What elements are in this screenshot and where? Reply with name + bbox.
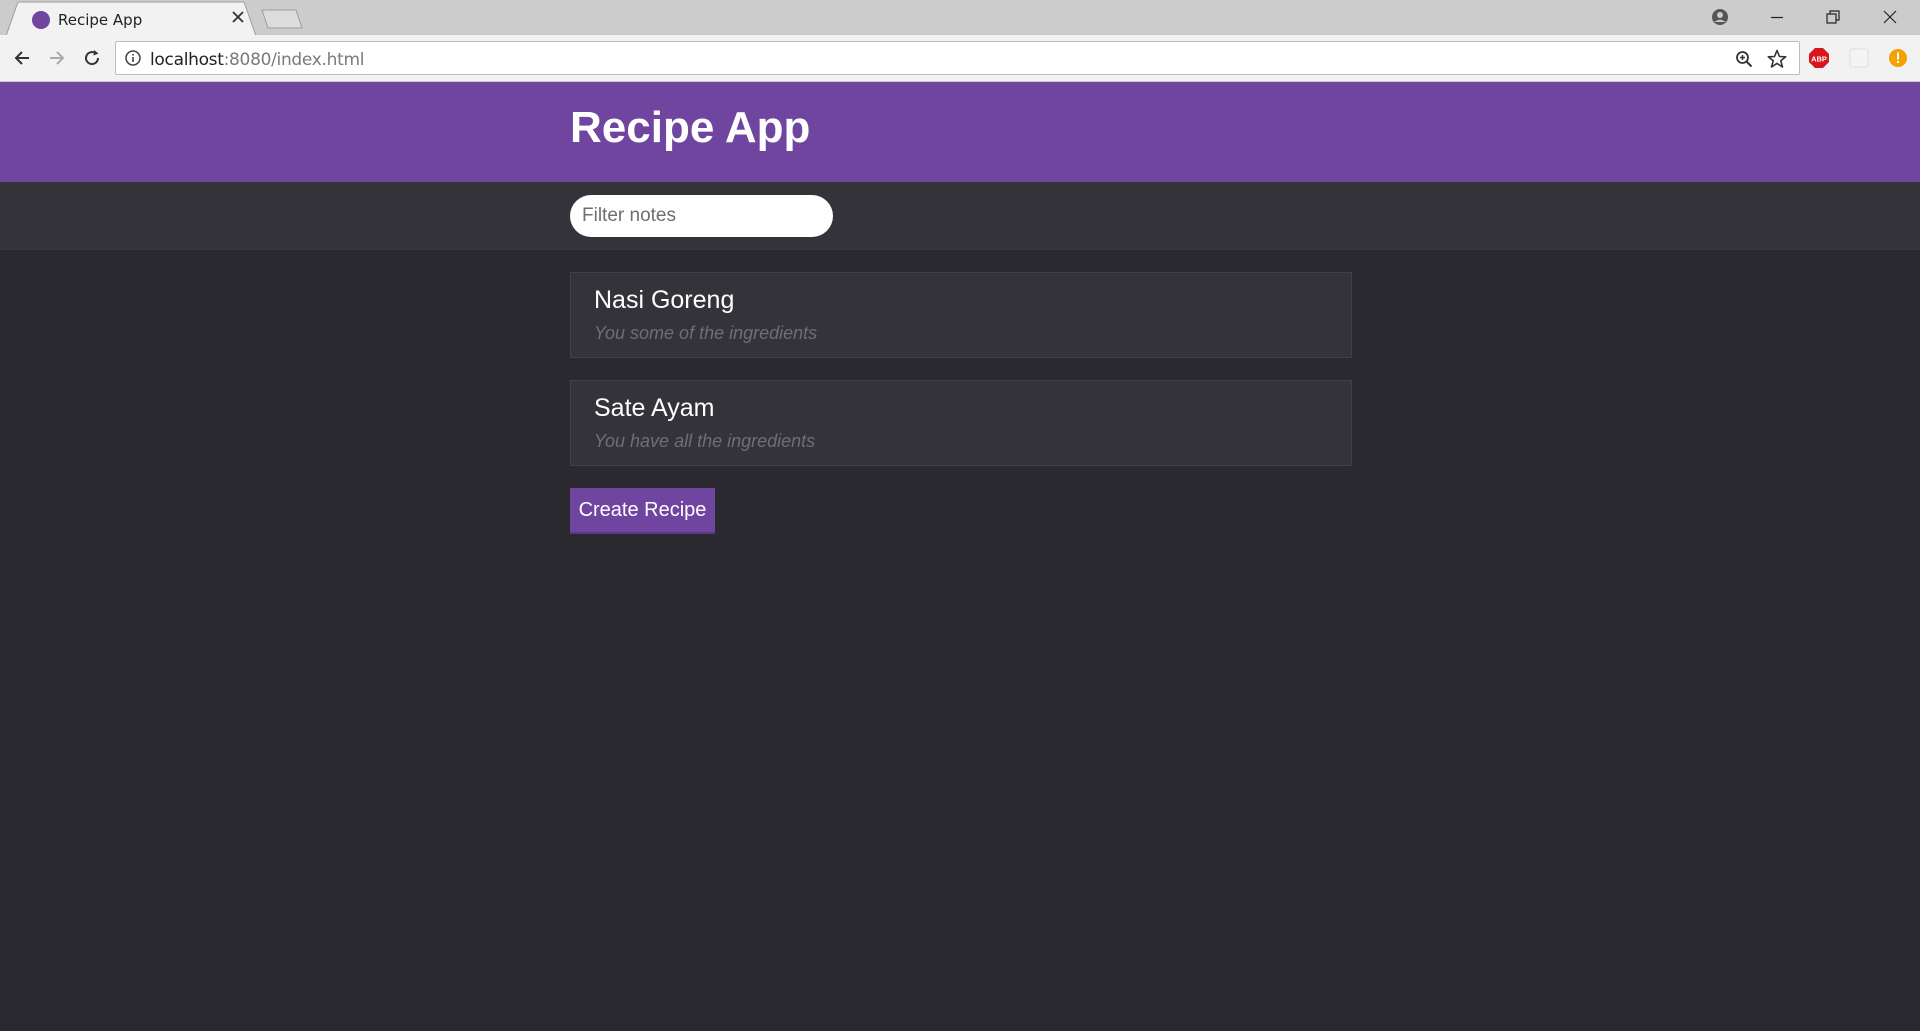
browser-tab[interactable]: Recipe App	[6, 1, 256, 36]
app-header: Recipe App	[0, 82, 1920, 182]
arrow-left-icon	[14, 51, 29, 65]
address-bar[interactable]: localhost:8080/index.html	[115, 41, 1800, 75]
back-button[interactable]	[8, 44, 36, 72]
tab-title: Recipe App	[58, 11, 143, 29]
recipe-card[interactable]: Sate Ayam You have all the ingredients	[570, 380, 1352, 466]
browser-toolbar: localhost:8080/index.html ABP	[0, 35, 1920, 82]
new-tab-button[interactable]	[260, 9, 304, 29]
url-text[interactable]: localhost:8080/index.html	[150, 50, 364, 70]
url-host: localhost	[150, 50, 224, 70]
forward-button[interactable]	[43, 44, 71, 72]
reload-icon	[85, 50, 100, 66]
page-title: Recipe App	[570, 103, 811, 152]
url-path: :8080/index.html	[223, 50, 365, 70]
reload-button[interactable]	[78, 44, 106, 72]
recipe-ingredient-status: You some of the ingredients	[594, 323, 818, 343]
tab-close-icon[interactable]	[228, 7, 248, 27]
adblock-plus-icon[interactable]: ABP	[1808, 47, 1830, 69]
create-recipe-button[interactable]: Create Recipe	[570, 488, 715, 534]
tab-favicon-icon	[32, 11, 50, 29]
bookmark-star-icon[interactable]	[1766, 48, 1788, 70]
recipe-list: Nasi Goreng You some of the ingredients …	[570, 272, 1352, 488]
recipe-title: Sate Ayam	[594, 394, 715, 422]
filter-input[interactable]	[570, 195, 833, 237]
zoom-icon[interactable]	[1733, 48, 1755, 70]
restore-button[interactable]	[1805, 0, 1861, 33]
filter-bar	[0, 182, 1920, 250]
arrow-right-icon	[50, 51, 65, 65]
recipe-ingredient-status: You have all the ingredients	[594, 431, 816, 451]
warning-extension-icon[interactable]	[1887, 47, 1909, 69]
minimize-button[interactable]	[1749, 0, 1805, 33]
profile-icon[interactable]	[1692, 0, 1748, 33]
tab-strip: Recipe App	[0, 0, 1920, 36]
svg-text:ABP: ABP	[1811, 55, 1827, 64]
blank-extension-icon[interactable]	[1848, 47, 1870, 69]
recipe-card[interactable]: Nasi Goreng You some of the ingredients	[570, 272, 1352, 358]
close-window-button[interactable]	[1862, 0, 1918, 33]
site-info-icon[interactable]	[125, 50, 141, 71]
recipe-title: Nasi Goreng	[594, 286, 735, 314]
